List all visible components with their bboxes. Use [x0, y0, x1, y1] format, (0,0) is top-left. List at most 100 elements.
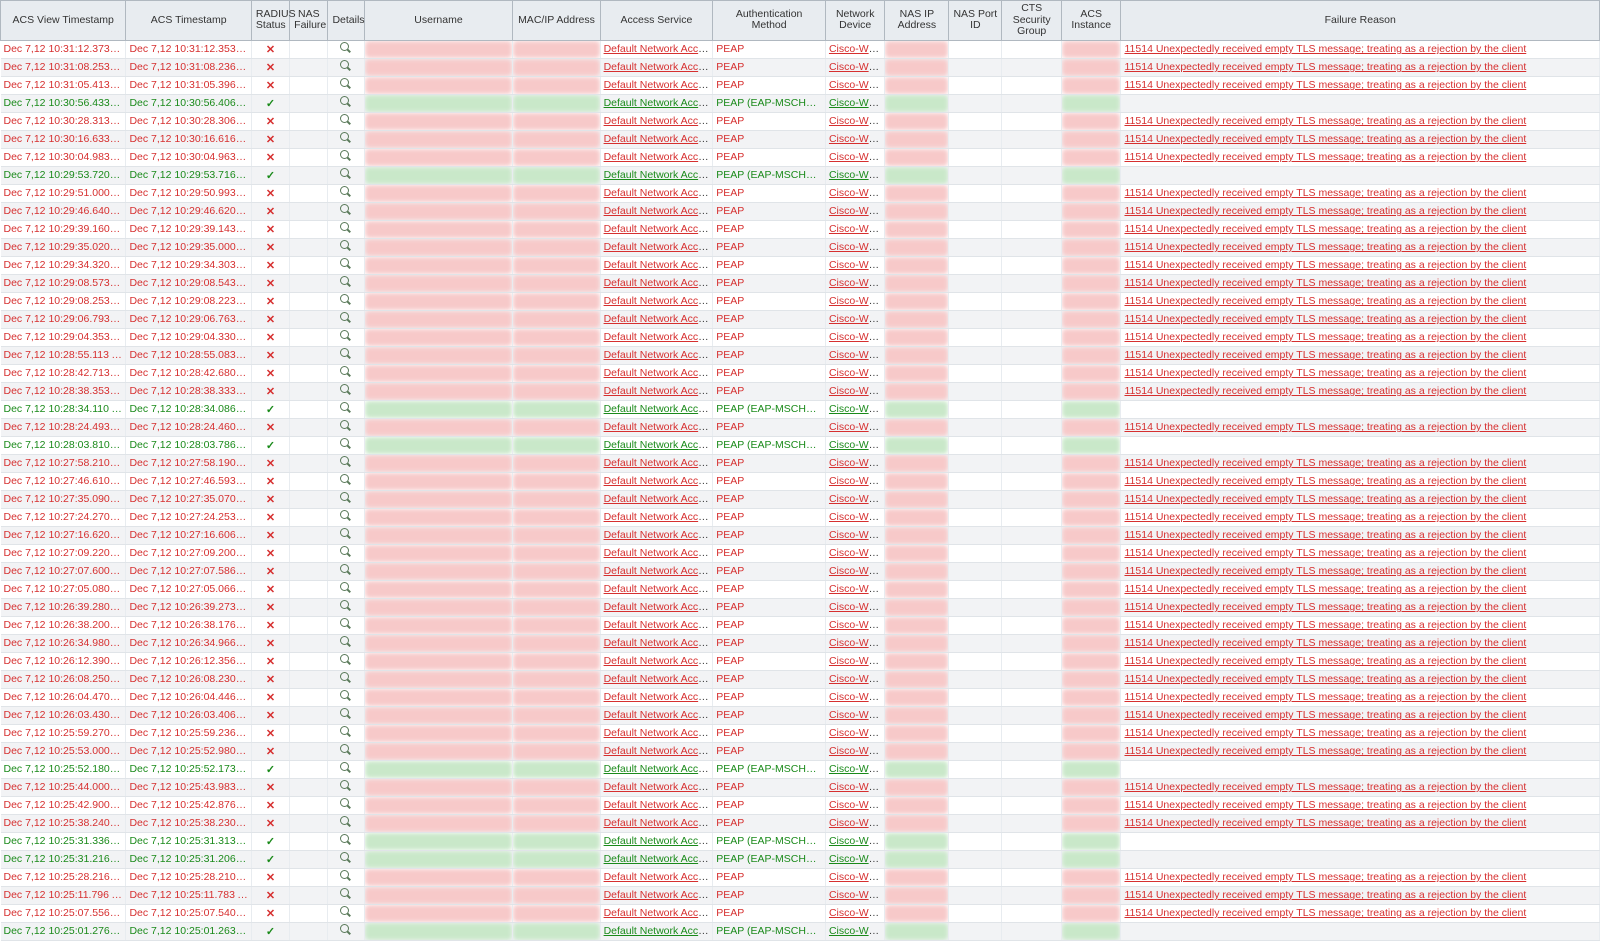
network-device-link[interactable]: Cisco-WLC	[829, 331, 882, 343]
failure-reason-link[interactable]: 11514 Unexpectedly received empty TLS me…	[1124, 259, 1526, 271]
failure-reason-link[interactable]: 11514 Unexpectedly received empty TLS me…	[1124, 889, 1526, 901]
access-service-link[interactable]: Default Network Access	[604, 133, 713, 145]
access-service-link[interactable]: Default Network Access	[604, 223, 713, 235]
network-device-link[interactable]: Cisco-WLC	[829, 277, 882, 289]
network-device-link[interactable]: Cisco-WLC	[829, 799, 882, 811]
access-service-link[interactable]: Default Network Access	[604, 277, 713, 289]
network-device-link[interactable]: Cisco-WLC	[829, 223, 882, 235]
failure-reason-link[interactable]: 11514 Unexpectedly received empty TLS me…	[1124, 691, 1526, 703]
access-service-link[interactable]: Default Network Access	[604, 115, 713, 127]
access-service-link[interactable]: Default Network Access	[604, 817, 713, 829]
magnifier-icon[interactable]	[340, 150, 352, 162]
network-device-link[interactable]: Cisco-WLC	[829, 691, 882, 703]
network-device-link[interactable]: Cisco-WLC	[829, 205, 882, 217]
access-service-link[interactable]: Default Network Access	[604, 79, 713, 91]
magnifier-icon[interactable]	[340, 834, 352, 846]
magnifier-icon[interactable]	[340, 564, 352, 576]
access-service-link[interactable]: Default Network Access	[604, 457, 713, 469]
failure-reason-link[interactable]: 11514 Unexpectedly received empty TLS me…	[1124, 133, 1526, 145]
failure-reason-link[interactable]: 11514 Unexpectedly received empty TLS me…	[1124, 277, 1526, 289]
magnifier-icon[interactable]	[340, 510, 352, 522]
magnifier-icon[interactable]	[340, 258, 352, 270]
col-header[interactable]: NAS IP Address	[885, 1, 949, 41]
failure-reason-link[interactable]: 11514 Unexpectedly received empty TLS me…	[1124, 187, 1526, 199]
access-service-link[interactable]: Default Network Access	[604, 565, 713, 577]
magnifier-icon[interactable]	[340, 456, 352, 468]
network-device-link[interactable]: Cisco-WLC	[829, 637, 882, 649]
access-service-link[interactable]: Default Network Access	[604, 97, 713, 109]
magnifier-icon[interactable]	[340, 402, 352, 414]
failure-reason-link[interactable]: 11514 Unexpectedly received empty TLS me…	[1124, 619, 1526, 631]
network-device-link[interactable]: Cisco-WLC	[829, 79, 882, 91]
access-service-link[interactable]: Default Network Access	[604, 529, 713, 541]
network-device-link[interactable]: Cisco-WLC	[829, 295, 882, 307]
magnifier-icon[interactable]	[340, 366, 352, 378]
network-device-link[interactable]: Cisco-WLC	[829, 151, 882, 163]
access-service-link[interactable]: Default Network Access	[604, 43, 713, 55]
failure-reason-link[interactable]: 11514 Unexpectedly received empty TLS me…	[1124, 493, 1526, 505]
network-device-link[interactable]: Cisco-WLC	[829, 925, 882, 937]
magnifier-icon[interactable]	[340, 474, 352, 486]
network-device-link[interactable]: Cisco-WLC	[829, 385, 882, 397]
access-service-link[interactable]: Default Network Access	[604, 241, 713, 253]
access-service-link[interactable]: Default Network Access	[604, 763, 713, 775]
network-device-link[interactable]: Cisco-WLC	[829, 511, 882, 523]
access-service-link[interactable]: Default Network Access	[604, 367, 713, 379]
access-service-link[interactable]: Default Network Access	[604, 61, 713, 73]
col-header[interactable]: ACS Timestamp	[126, 1, 251, 41]
magnifier-icon[interactable]	[340, 240, 352, 252]
magnifier-icon[interactable]	[340, 708, 352, 720]
magnifier-icon[interactable]	[340, 798, 352, 810]
magnifier-icon[interactable]	[340, 852, 352, 864]
access-service-link[interactable]: Default Network Access	[604, 439, 713, 451]
failure-reason-link[interactable]: 11514 Unexpectedly received empty TLS me…	[1124, 637, 1526, 649]
network-device-link[interactable]: Cisco-WLC	[829, 763, 882, 775]
access-service-link[interactable]: Default Network Access	[604, 907, 713, 919]
magnifier-icon[interactable]	[340, 186, 352, 198]
access-service-link[interactable]: Default Network Access	[604, 403, 713, 415]
network-device-link[interactable]: Cisco-WLC	[829, 115, 882, 127]
failure-reason-link[interactable]: 11514 Unexpectedly received empty TLS me…	[1124, 745, 1526, 757]
failure-reason-link[interactable]: 11514 Unexpectedly received empty TLS me…	[1124, 709, 1526, 721]
col-header[interactable]: Network Device	[825, 1, 885, 41]
magnifier-icon[interactable]	[340, 690, 352, 702]
access-service-link[interactable]: Default Network Access	[604, 421, 713, 433]
failure-reason-link[interactable]: 11514 Unexpectedly received empty TLS me…	[1124, 61, 1526, 73]
failure-reason-link[interactable]: 11514 Unexpectedly received empty TLS me…	[1124, 79, 1526, 91]
magnifier-icon[interactable]	[340, 618, 352, 630]
access-service-link[interactable]: Default Network Access	[604, 745, 713, 757]
access-service-link[interactable]: Default Network Access	[604, 889, 713, 901]
magnifier-icon[interactable]	[340, 672, 352, 684]
network-device-link[interactable]: Cisco-WLC	[829, 907, 882, 919]
network-device-link[interactable]: Cisco-WLC	[829, 259, 882, 271]
col-header[interactable]: Failure Reason	[1121, 1, 1600, 41]
access-service-link[interactable]: Default Network Access	[604, 295, 713, 307]
failure-reason-link[interactable]: 11514 Unexpectedly received empty TLS me…	[1124, 727, 1526, 739]
magnifier-icon[interactable]	[340, 312, 352, 324]
failure-reason-link[interactable]: 11514 Unexpectedly received empty TLS me…	[1124, 367, 1526, 379]
magnifier-icon[interactable]	[340, 294, 352, 306]
network-device-link[interactable]: Cisco-WLC	[829, 187, 882, 199]
magnifier-icon[interactable]	[340, 384, 352, 396]
magnifier-icon[interactable]	[340, 546, 352, 558]
failure-reason-link[interactable]: 11514 Unexpectedly received empty TLS me…	[1124, 583, 1526, 595]
access-service-link[interactable]: Default Network Access	[604, 781, 713, 793]
network-device-link[interactable]: Cisco-WLC	[829, 601, 882, 613]
access-service-link[interactable]: Default Network Access	[604, 835, 713, 847]
failure-reason-link[interactable]: 11514 Unexpectedly received empty TLS me…	[1124, 151, 1526, 163]
failure-reason-link[interactable]: 11514 Unexpectedly received empty TLS me…	[1124, 331, 1526, 343]
access-service-link[interactable]: Default Network Access	[604, 691, 713, 703]
col-header[interactable]: Authentication Method	[713, 1, 826, 41]
failure-reason-link[interactable]: 11514 Unexpectedly received empty TLS me…	[1124, 223, 1526, 235]
magnifier-icon[interactable]	[340, 276, 352, 288]
col-header[interactable]: NAS Port ID	[949, 1, 1002, 41]
failure-reason-link[interactable]: 11514 Unexpectedly received empty TLS me…	[1124, 43, 1526, 55]
access-service-link[interactable]: Default Network Access	[604, 331, 713, 343]
access-service-link[interactable]: Default Network Access	[604, 313, 713, 325]
failure-reason-link[interactable]: 11514 Unexpectedly received empty TLS me…	[1124, 529, 1526, 541]
access-service-link[interactable]: Default Network Access	[604, 475, 713, 487]
network-device-link[interactable]: Cisco-WLC	[829, 169, 882, 181]
access-service-link[interactable]: Default Network Access	[604, 709, 713, 721]
magnifier-icon[interactable]	[340, 78, 352, 90]
network-device-link[interactable]: Cisco-WLC	[829, 655, 882, 667]
